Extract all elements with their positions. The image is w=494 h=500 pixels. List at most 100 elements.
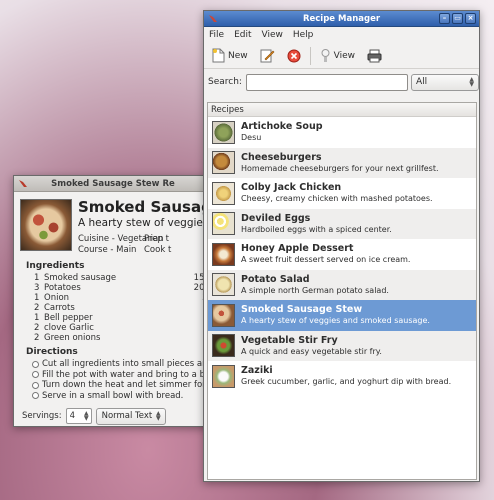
direction-text: Cut all ingredients into small pieces an… (42, 359, 213, 369)
new-button-label: New (228, 50, 248, 61)
new-document-icon (212, 48, 225, 63)
menu-file[interactable]: File (209, 30, 224, 40)
recipe-thumbnail (212, 364, 235, 388)
direction-item: Cut all ingredients into small pieces an… (32, 359, 212, 370)
view-icon (321, 49, 330, 62)
text-size-select[interactable]: Normal Text ▲ ▼ (95, 407, 166, 425)
prep-time-label: Prep t (144, 234, 169, 244)
course-label: Course - Main (78, 245, 137, 255)
ingredient-name: Bell pepper (44, 313, 93, 323)
maximize-icon[interactable]: ▭ (452, 13, 463, 24)
ingredient-row: 2Green onions1 pi (34, 333, 212, 343)
ingredient-qty: 2 (34, 333, 40, 343)
recipe-name: Zaziki (241, 365, 273, 377)
recipe-photo (20, 199, 72, 251)
print-icon (367, 49, 382, 62)
recipe-title: Smoked Sausage S (78, 199, 207, 216)
delete-button[interactable] (284, 46, 304, 66)
ingredient-qty: 1 (34, 313, 40, 323)
recipe-description: A hearty stew of veggies and smoked saus… (241, 316, 430, 326)
search-input[interactable] (245, 73, 408, 91)
text-size-value: Normal Text (101, 411, 153, 421)
recipe-thumbnail (212, 181, 235, 205)
ingredient-row: 2clove Garlic1 pi (34, 323, 212, 333)
ingredients-list: 1Smoked sausage150 g3Potatoes200 g1Onion… (14, 273, 212, 343)
recipe-list-item[interactable]: Cheeseburgers Homemade cheeseburgers for … (208, 147, 476, 178)
recipe-list-item[interactable]: Vegetable Stir Fry A quick and easy veget… (208, 330, 476, 361)
toolbar: New View (204, 43, 479, 69)
recipe-list[interactable]: Recipes Artichoke Soup Desu Cheeseburgers H… (207, 102, 477, 480)
new-button[interactable]: New (209, 46, 251, 66)
detail-titlebar[interactable]: Smoked Sausage Stew Re (14, 176, 212, 192)
servings-label: Servings: (22, 411, 62, 421)
main-titlebar[interactable]: Recipe Manager – ▭ × (204, 11, 479, 27)
recipe-thumbnail (212, 334, 235, 358)
list-header-recipes[interactable]: Recipes (208, 103, 476, 117)
recipe-name: Artichoke Soup (241, 121, 323, 133)
recipe-thumbnail (212, 120, 235, 144)
detail-window-title: Smoked Sausage Stew Re (51, 178, 175, 189)
servings-spinner[interactable]: 4 ▲ ▼ (65, 408, 92, 424)
recipe-list-item[interactable]: Colby Jack Chicken Cheesy, creamy chicken… (208, 178, 476, 209)
recipe-manager-window[interactable]: Recipe Manager – ▭ × File Edit View Help… (203, 10, 480, 482)
recipe-detail-window[interactable]: Smoked Sausage Stew Re Smoked Sausage S … (13, 175, 213, 427)
recipe-description: Hardboiled eggs with a spiced center. (241, 224, 392, 234)
recipe-description: A simple north German potato salad. (241, 285, 389, 295)
filter-select[interactable]: All ▲ ▼ (410, 73, 479, 91)
combo-arrows-icon: ▲ ▼ (469, 75, 474, 88)
recipe-list-item[interactable]: Deviled Eggs Hardboiled eggs with a spice… (208, 208, 476, 239)
minimize-icon[interactable]: – (439, 13, 450, 24)
recipe-name: Colby Jack Chicken (241, 182, 342, 194)
delete-icon (287, 49, 301, 62)
recipe-list-item[interactable]: Potato Salad A simple north German potato… (208, 269, 476, 300)
search-label: Search: (208, 77, 242, 87)
view-button-label: View (333, 50, 355, 61)
recipe-list-item[interactable]: Zaziki Greek cucumber, garlic, and yoghur… (208, 361, 476, 392)
recipe-list-item[interactable]: Honey Apple Dessert A sweet fruit dessert… (208, 239, 476, 270)
ingredient-row: 1Onion3 ts (34, 293, 212, 303)
recipe-list-item[interactable]: Smoked Sausage Stew A hearty stew of vegg… (208, 300, 476, 331)
ingredient-row: 1Smoked sausage150 g (34, 273, 212, 283)
ingredient-qty: 1 (34, 293, 40, 303)
recipe-name: Deviled Eggs (241, 212, 311, 224)
directions-list: Cut all ingredients into small pieces an… (32, 359, 212, 401)
close-icon[interactable]: × (465, 13, 476, 24)
cuisine-label: Cuisine - Vegetarian (78, 234, 164, 244)
print-button[interactable] (364, 46, 385, 66)
recipe-thumbnail (212, 303, 235, 327)
menu-view[interactable]: View (262, 30, 283, 40)
recipe-description: Cheesy, creamy chicken with mashed potat… (241, 194, 433, 204)
ingredient-row: 2Carrots1 pi (34, 303, 212, 313)
spinner-arrows-icon[interactable]: ▲ ▼ (84, 411, 89, 422)
ingredients-heading: Ingredients (26, 261, 85, 271)
direction-text: Turn down the heat and let simmer for at (42, 380, 213, 390)
recipe-thumbnail (212, 242, 235, 266)
ingredient-row: 3Potatoes200 g (34, 283, 212, 293)
ingredient-name: Potatoes (44, 283, 81, 293)
direction-item: Turn down the heat and let simmer for at (32, 380, 212, 391)
bullet-icon (32, 371, 39, 379)
recipe-thumbnail (212, 273, 235, 297)
bullet-icon (32, 381, 39, 389)
menu-edit[interactable]: Edit (234, 30, 251, 40)
recipe-name: Cheeseburgers (241, 151, 322, 163)
recipe-description: Homemade cheeseburgers for your next gri… (241, 163, 439, 173)
ingredient-name: Smoked sausage (44, 273, 117, 283)
view-button[interactable]: View (317, 46, 358, 66)
menu-help[interactable]: Help (293, 30, 314, 40)
edit-button[interactable] (257, 46, 278, 66)
recipe-thumbnail (212, 151, 235, 175)
toolbar-separator (309, 46, 311, 65)
ingredient-name: Onion (44, 293, 70, 303)
bullet-icon (32, 360, 39, 368)
recipe-subtitle: A hearty stew of veggies (78, 217, 207, 229)
app-icon (209, 15, 217, 22)
combo-arrows-icon: ▲ ▼ (155, 409, 161, 422)
ingredient-name: Green onions (44, 333, 101, 343)
direction-item: Fill the pot with water and bring to a b… (32, 370, 212, 381)
ingredient-qty: 2 (34, 323, 40, 333)
recipe-list-item[interactable]: Artichoke Soup Desu (208, 117, 476, 148)
recipe-name: Potato Salad (241, 273, 310, 285)
recipe-thumbnail (212, 212, 235, 236)
direction-text: Fill the pot with water and bring to a b… (42, 369, 213, 380)
